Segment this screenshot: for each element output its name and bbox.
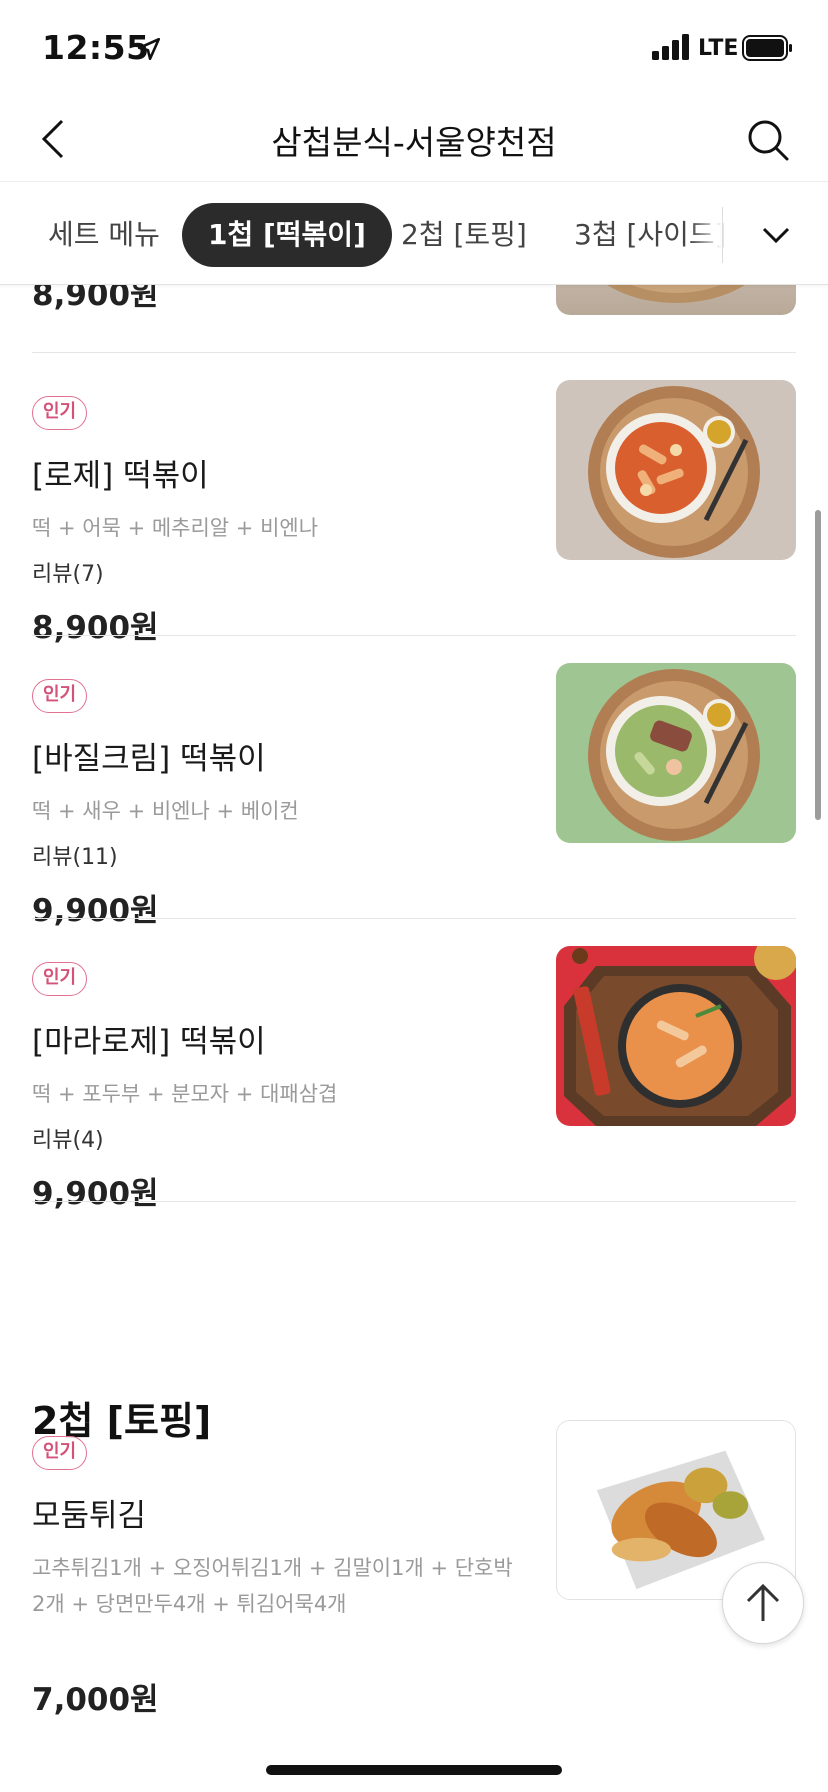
food-image xyxy=(556,380,796,560)
scroll-indicator xyxy=(815,510,821,820)
item-price: 9,900원 xyxy=(32,1176,159,1212)
expand-tabs-button[interactable] xyxy=(748,205,804,265)
divider xyxy=(32,1201,796,1202)
tab-divider xyxy=(722,207,723,263)
arrow-up-icon xyxy=(746,1583,780,1621)
food-image[interactable] xyxy=(556,285,796,315)
tab-topping[interactable]: 2첩 [토핑] xyxy=(401,203,527,267)
item-name: [로제] 떡볶이 xyxy=(32,458,209,494)
chevron-down-icon xyxy=(762,227,790,244)
item-price: 9,900원 xyxy=(32,893,159,929)
item-name: [마라로제] 떡볶이 xyxy=(32,1024,266,1060)
menu-item-assorted-fries[interactable]: 인기 모둠튀김 고추튀김1개 + 오징어튀김1개 + 김말이1개 + 단호박2개… xyxy=(0,1420,828,1760)
status-bar: 12:55 LTE xyxy=(0,0,828,96)
status-time: 12:55 xyxy=(42,28,150,67)
search-button[interactable] xyxy=(740,112,796,168)
item-description: 떡 + 새우 + 비엔나 + 베이컨 xyxy=(32,799,299,823)
item-review-count: 리뷰(7) xyxy=(32,562,104,587)
divider xyxy=(32,918,796,919)
search-icon xyxy=(748,120,789,161)
battery-icon xyxy=(742,35,792,61)
location-arrow-icon xyxy=(137,37,161,61)
popular-badge: 인기 xyxy=(32,396,88,430)
menu-list: 8,900원 인기 [로제] 떡볶이 떡 + 어묵 + 메추리알 + 비엔나 리… xyxy=(0,285,828,1792)
popular-badge: 인기 xyxy=(32,1436,88,1470)
item-price: 7,000원 xyxy=(32,1682,159,1718)
menu-item-mala-rose[interactable]: 인기 [마라로제] 떡볶이 떡 + 포두부 + 분모자 + 대패삼겹 리뷰(4)… xyxy=(0,946,828,1286)
popular-badge: 인기 xyxy=(32,962,88,996)
food-photo-rose xyxy=(556,380,796,560)
scroll-to-top-button[interactable] xyxy=(722,1562,804,1644)
category-tabs: 세트 메뉴 1첩 [떡볶이] 2첩 [토핑] 3첩 [사이드] xyxy=(0,183,828,285)
divider xyxy=(32,352,796,353)
food-photo-mala xyxy=(556,946,796,1126)
item-description: 고추튀김1개 + 오징어튀김1개 + 김말이1개 + 단호박2개 + 당면만두4… xyxy=(32,1556,513,1616)
home-indicator xyxy=(266,1765,562,1775)
popular-badge: 인기 xyxy=(32,679,88,713)
nav-bar: 삼첩분식-서울양천점 xyxy=(0,96,828,182)
item-description: 떡 + 어묵 + 메추리알 + 비엔나 xyxy=(32,516,319,540)
app-screen: 12:55 LTE 삼첩분식-서울양천점 세트 메뉴 1첩 [떡볶이] 2첩 [… xyxy=(0,0,828,1792)
tab-tteokbokki[interactable]: 1첩 [떡볶이] xyxy=(182,203,392,267)
network-type: LTE xyxy=(698,36,739,61)
item-price: 8,900원 xyxy=(32,610,159,646)
divider xyxy=(32,635,796,636)
tab-fade xyxy=(690,203,722,267)
item-name: 모둠튀김 xyxy=(32,1498,147,1534)
item-review-count: 리뷰(4) xyxy=(32,1128,104,1153)
food-image xyxy=(556,663,796,843)
food-photo-basil xyxy=(556,663,796,843)
signal-icon xyxy=(652,34,689,60)
item-name: [바질크림] 떡볶이 xyxy=(32,741,266,777)
tab-set-menu[interactable]: 세트 메뉴 xyxy=(48,203,160,267)
item-description: 떡 + 포두부 + 분모자 + 대패삼겹 xyxy=(32,1082,338,1106)
item-review-count: 리뷰(11) xyxy=(32,845,118,870)
page-title: 삼첩분식-서울양천점 xyxy=(271,123,557,162)
food-image xyxy=(556,946,796,1126)
item-price: 8,900원 xyxy=(32,285,159,313)
